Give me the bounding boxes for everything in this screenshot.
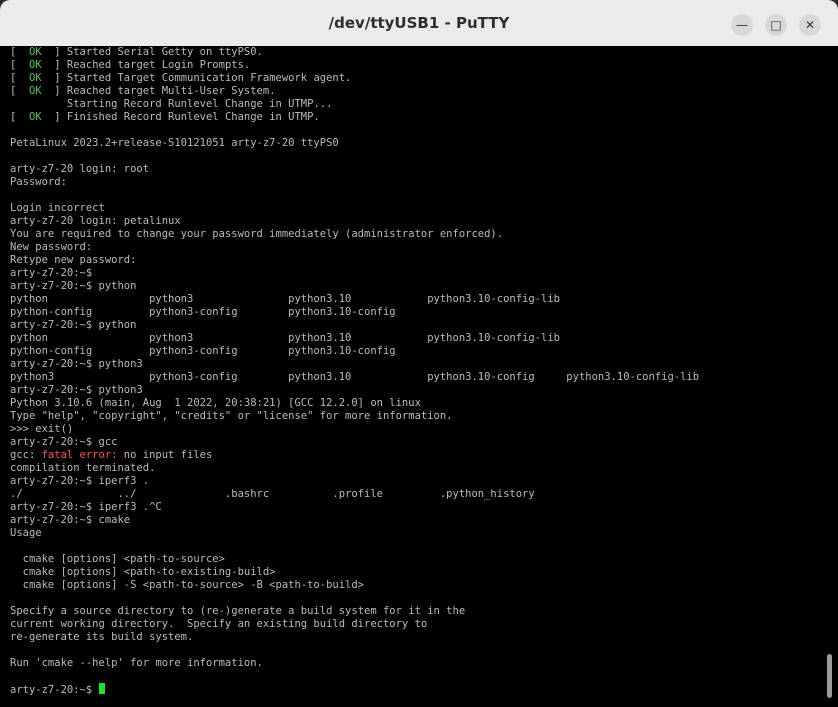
terminal-line: PetaLinux 2023.2+release-S10121051 arty-…: [10, 137, 339, 149]
terminal-line: Run 'cmake --help' for more information.: [10, 657, 263, 669]
terminal-line: You are required to change your password…: [10, 228, 504, 240]
terminal-line: [ OK ] Reached target Login Prompts.: [10, 59, 251, 71]
terminal-line: [ OK ] Finished Record Runlevel Change i…: [10, 111, 320, 123]
terminal-line: python python3 python3.10 python3.10-con…: [10, 332, 560, 344]
terminal-line: Retype new password:: [10, 254, 137, 266]
terminal-line: cmake [options] <path-to-existing-build>: [10, 566, 276, 578]
title-bar[interactable]: /dev/ttyUSB1 - PuTTY — □ ✕: [0, 0, 838, 47]
ok-status: OK: [28, 72, 42, 84]
ok-status: OK: [28, 46, 42, 58]
ok-status: OK: [28, 85, 42, 97]
terminal-line: arty-z7-20:~$ python: [10, 319, 137, 331]
terminal-line: arty-z7-20:~$: [10, 267, 93, 279]
terminal-output: [ OK ] Started Serial Getty on ttyPS0.[ …: [10, 46, 699, 696]
terminal-line: Login incorrect: [10, 202, 105, 214]
terminal-line: >>> exit(): [10, 423, 74, 435]
ok-status: OK: [28, 59, 42, 71]
terminal-line: New password:: [10, 241, 93, 253]
terminal-line: arty-z7-20:~$ python3: [10, 358, 143, 370]
terminal-line: compilation terminated.: [10, 462, 156, 474]
terminal-line: re-generate its build system.: [10, 631, 194, 643]
terminal-line: python-config python3-config python3.10-…: [10, 306, 396, 318]
terminal-line: arty-z7-20:~$ iperf3 .^C: [10, 501, 162, 513]
terminal-line: arty-z7-20 login: petalinux: [10, 215, 181, 227]
terminal-line: [ OK ] Reached target Multi-User System.: [10, 85, 276, 97]
terminal-line: Type "help", "copyright", "credits" or "…: [10, 410, 453, 422]
error-label: fatal error:: [41, 449, 118, 461]
scrollbar[interactable]: [820, 46, 838, 707]
terminal-cursor: [98, 683, 105, 694]
terminal-line: arty-z7-20:~$ cmake: [10, 514, 131, 526]
terminal-line: ./ ../ .bashrc .profile .python_history: [10, 488, 535, 500]
terminal-line: arty-z7-20:~$ gcc: [10, 436, 118, 448]
terminal-line: gcc: fatal error: no input files: [10, 449, 213, 461]
terminal-line: python python3 python3.10 python3.10-con…: [10, 293, 560, 305]
terminal-line: Specify a source directory to (re-)gener…: [10, 605, 466, 617]
maximize-button[interactable]: □: [765, 14, 787, 36]
ok-status: OK: [28, 111, 42, 123]
terminal-line: arty-z7-20 login: root: [10, 163, 150, 175]
terminal-line: Python 3.10.6 (main, Aug 1 2022, 20:38:2…: [10, 397, 421, 409]
terminal-line: [ OK ] Started Serial Getty on ttyPS0.: [10, 46, 263, 58]
terminal-line: arty-z7-20:~$ python3: [10, 384, 143, 396]
terminal-area[interactable]: [ OK ] Started Serial Getty on ttyPS0.[ …: [0, 46, 820, 707]
close-button[interactable]: ✕: [799, 14, 821, 36]
terminal-line: current working directory. Specify an ex…: [10, 618, 428, 630]
terminal-line: arty-z7-20:~$ python: [10, 280, 137, 292]
terminal-line: cmake [options] <path-to-source>: [10, 553, 225, 565]
terminal-line: Starting Record Runlevel Change in UTMP.…: [10, 98, 333, 110]
terminal-line: python-config python3-config python3.10-…: [10, 345, 396, 357]
minimize-button[interactable]: —: [731, 14, 753, 36]
terminal-line: cmake [options] -S <path-to-source> -B <…: [10, 579, 365, 591]
scrollbar-thumb[interactable]: [827, 654, 832, 698]
window-title: /dev/ttyUSB1 - PuTTY: [328, 14, 510, 32]
terminal-line: [ OK ] Started Target Communication Fram…: [10, 72, 352, 84]
terminal-line: arty-z7-20:~$: [10, 683, 699, 696]
terminal-line: python3 python3-config python3.10 python…: [10, 371, 700, 383]
terminal-line: Usage: [10, 527, 42, 539]
terminal-line: arty-z7-20:~$ iperf3 .: [10, 475, 150, 487]
terminal-line: Password:: [10, 176, 67, 188]
putty-window: /dev/ttyUSB1 - PuTTY — □ ✕ [ OK ] Starte…: [0, 0, 838, 707]
